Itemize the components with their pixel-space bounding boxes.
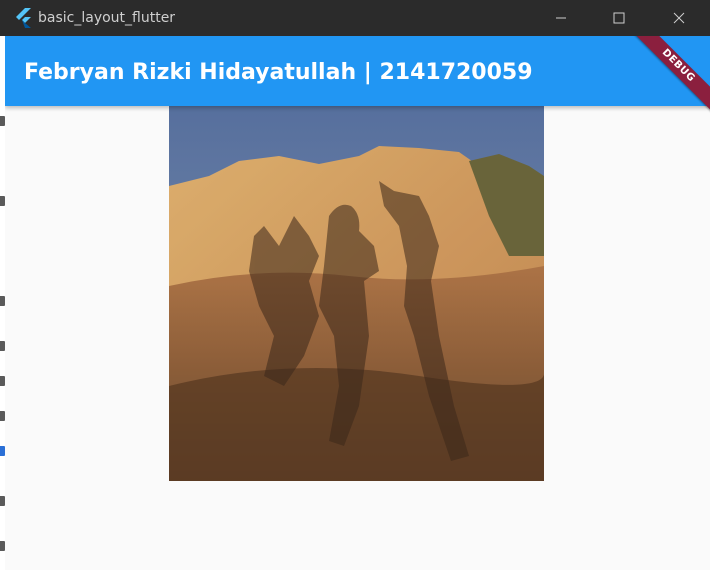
window-title: basic_layout_flutter — [38, 10, 176, 26]
debug-banner-label: DEBUG — [629, 36, 710, 115]
close-icon — [673, 12, 685, 24]
close-button[interactable] — [650, 0, 708, 36]
app-bar-title: Febryan Rizki Hidayatullah | 2141720059 — [24, 60, 533, 85]
maximize-icon — [613, 12, 625, 24]
app-window: basic_layout_flutter Febryan Rizki Hiday… — [0, 0, 710, 570]
maximize-button[interactable] — [590, 0, 648, 36]
minimize-button[interactable] — [532, 0, 590, 36]
flutter-logo-icon — [16, 8, 31, 28]
minimize-icon — [556, 17, 566, 19]
window-titlebar[interactable]: basic_layout_flutter — [0, 0, 710, 36]
app-bar: Febryan Rizki Hidayatullah | 2141720059 — [5, 36, 710, 106]
flutter-app: Febryan Rizki Hidayatullah | 2141720059 … — [5, 36, 710, 570]
shadows-photo — [169, 106, 544, 481]
debug-banner: DEBUG — [620, 36, 710, 126]
